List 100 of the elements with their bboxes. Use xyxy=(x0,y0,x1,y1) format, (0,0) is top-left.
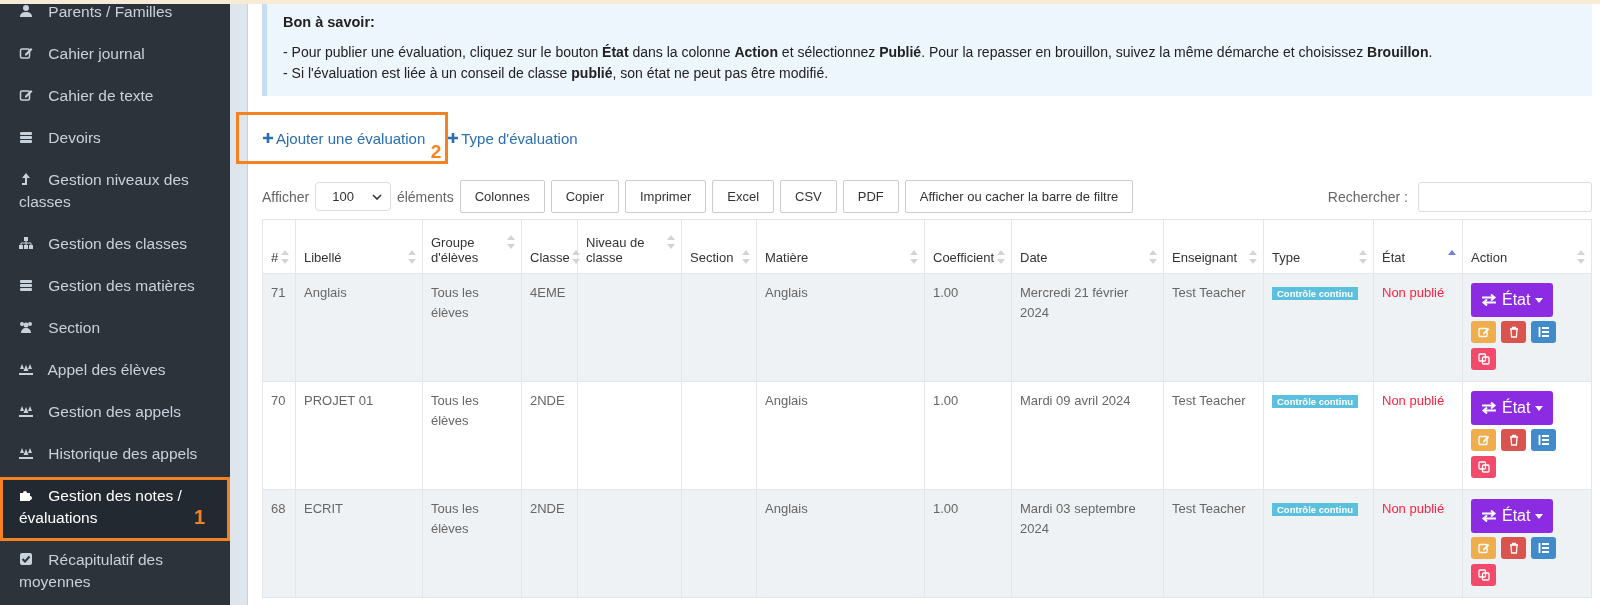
copy-button[interactable] xyxy=(1471,456,1496,478)
column-header[interactable]: Date xyxy=(1011,219,1164,274)
table-cell: Mardi 09 avril 2024 xyxy=(1020,393,1131,408)
sidebar-item[interactable]: Section xyxy=(0,309,230,351)
level-icon xyxy=(19,172,33,186)
toolbar-button[interactable]: Afficher ou cacher la barre de filtre xyxy=(904,180,1134,213)
toolbar-button[interactable]: Imprimer xyxy=(624,180,707,213)
copy-button[interactable] xyxy=(1471,564,1496,586)
edit-icon xyxy=(1477,326,1490,338)
sidebar-item[interactable]: Gestion des notes / évaluations 1 xyxy=(0,477,230,541)
stack-icon xyxy=(19,278,33,292)
column-header[interactable]: État xyxy=(1373,219,1463,274)
caret-icon xyxy=(1535,513,1544,519)
plus-icon xyxy=(448,133,459,143)
caret-icon xyxy=(1535,405,1544,411)
check-icon xyxy=(19,552,33,566)
people-icon xyxy=(19,446,33,460)
edit-button[interactable] xyxy=(1471,321,1496,343)
column-header[interactable]: Action xyxy=(1462,219,1592,274)
info-title: Bon à savoir: xyxy=(283,14,376,30)
copy-icon xyxy=(1477,353,1490,365)
list-button[interactable] xyxy=(1531,429,1556,451)
info-text: - Pour publier une évaluation, cliquez sur le bouton État dans la colonne Action et sélectionnez Publié. Pour la repasser en brouillon, suivez la même démarche et choisissez Brouillon. xyxy=(283,43,1434,62)
delete-button[interactable] xyxy=(1501,429,1526,451)
table-cell: Test Teacher xyxy=(1172,501,1246,516)
sidebar-item[interactable]: Parents / Familles xyxy=(0,4,230,35)
table-cell: Mercredi 21 février 2024 xyxy=(1020,285,1129,320)
table-cell: Tous les élèves xyxy=(431,393,479,428)
user-icon xyxy=(19,4,33,18)
copy-button[interactable] xyxy=(1471,348,1496,370)
list-button[interactable] xyxy=(1531,537,1556,559)
type-badge: Contrôle continu xyxy=(1272,503,1358,516)
table-cell: ECRIT xyxy=(304,501,343,516)
add-link[interactable]: Ajouter une évaluation xyxy=(263,129,426,147)
page-size-select[interactable]: 100 xyxy=(315,182,391,211)
toolbar-button[interactable]: Copier xyxy=(550,180,619,213)
delete-button[interactable] xyxy=(1501,321,1526,343)
column-header[interactable]: Groupe d'élèves xyxy=(422,219,522,274)
info-text: - Si l'évaluation est liée à un conseil de classe publié, son état ne peut pas être modifié. xyxy=(283,64,830,83)
table-cell: Test Teacher xyxy=(1172,285,1246,300)
edit-icon xyxy=(1477,542,1490,554)
table-cell: Test Teacher xyxy=(1172,393,1246,408)
table-cell: 71 xyxy=(271,285,286,300)
column-header[interactable]: Libellé xyxy=(295,219,423,274)
items-label: éléments xyxy=(396,188,454,205)
delete-button[interactable] xyxy=(1501,537,1526,559)
edit-button[interactable] xyxy=(1471,537,1496,559)
column-header[interactable]: # xyxy=(262,219,296,274)
list-icon xyxy=(1537,434,1550,446)
annotation-number: 2 xyxy=(430,141,442,163)
sidebar-item[interactable]: Gestion des appels xyxy=(0,393,230,435)
sidebar-item[interactable]: Devoirs xyxy=(0,119,230,161)
toolbar-button[interactable]: Colonnes xyxy=(459,180,545,213)
sidebar-item[interactable]: Gestion niveaux des classes xyxy=(0,161,230,225)
add-link[interactable]: Type d'évaluation xyxy=(448,129,578,147)
swap-icon xyxy=(1481,294,1497,306)
annotation-number: 1 xyxy=(193,506,205,528)
sidebar-item[interactable]: Historique des appels xyxy=(0,435,230,477)
edit-button[interactable] xyxy=(1471,429,1496,451)
search-label: Rechercher : xyxy=(1327,188,1408,205)
table-cell: 4EME xyxy=(530,285,566,300)
copy-icon xyxy=(1477,461,1490,473)
column-header[interactable]: Coefficient xyxy=(924,219,1012,274)
state-button[interactable]: État xyxy=(1471,499,1554,533)
puzzle-icon xyxy=(19,488,33,502)
type-badge: Contrôle continu xyxy=(1272,287,1358,300)
edit-icon xyxy=(19,88,33,102)
toolbar-button[interactable]: CSV xyxy=(780,180,837,213)
table-cell: 1.00 xyxy=(933,285,959,300)
table-cell: 2NDE xyxy=(530,501,565,516)
stack-icon xyxy=(19,130,33,144)
table-cell: 70 xyxy=(271,393,286,408)
users-icon xyxy=(19,320,33,334)
list-button[interactable] xyxy=(1531,321,1556,343)
column-header[interactable]: Matière xyxy=(756,219,925,274)
sidebar-item[interactable]: Cahier de texte xyxy=(0,77,230,119)
column-header[interactable]: Niveau de classe xyxy=(577,219,682,274)
column-header[interactable]: Enseignant xyxy=(1163,219,1264,274)
column-header[interactable]: Type xyxy=(1263,219,1374,274)
sidebar-item[interactable]: Gestion des classes xyxy=(0,225,230,267)
toolbar-button[interactable]: PDF xyxy=(842,180,899,213)
table-cell: Tous les élèves xyxy=(431,501,479,536)
sidebar-item[interactable]: Cahier journal xyxy=(0,35,230,77)
column-header[interactable]: Classe xyxy=(521,219,578,274)
search-field[interactable] xyxy=(1418,181,1592,212)
column-header[interactable]: Section xyxy=(681,219,757,274)
status-text: Non publié xyxy=(1382,501,1445,516)
state-button[interactable]: État xyxy=(1471,391,1554,425)
show-label: Afficher xyxy=(262,188,310,205)
edit-icon xyxy=(1477,434,1490,446)
table-cell: Anglais xyxy=(765,501,808,516)
sidebar-item[interactable]: Appel des élèves xyxy=(0,351,230,393)
toolbar-button[interactable]: Excel xyxy=(712,180,775,213)
sidebar-item[interactable]: Gestion des matières xyxy=(0,267,230,309)
list-icon xyxy=(1537,326,1550,338)
trash-icon xyxy=(1507,542,1520,554)
chevron-down-icon xyxy=(371,193,382,200)
table-cell: Anglais xyxy=(304,285,347,300)
state-button[interactable]: État xyxy=(1471,283,1554,317)
sidebar-item[interactable]: Récapitulatif des moyennes xyxy=(0,541,230,605)
